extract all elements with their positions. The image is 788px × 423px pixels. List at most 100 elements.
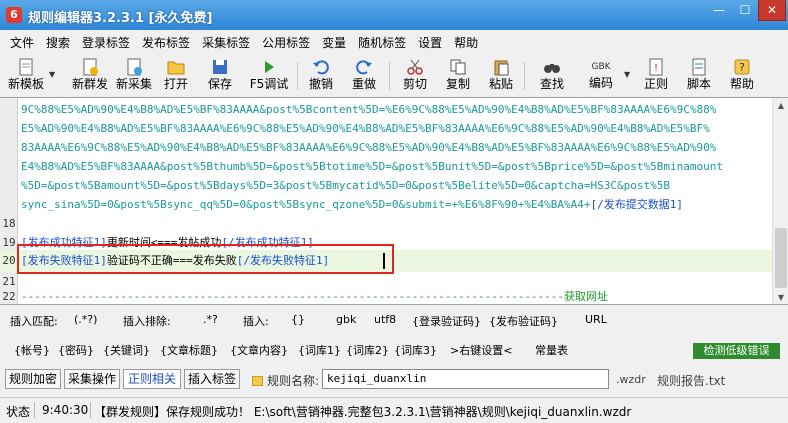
- tag-lib1-button[interactable]: {词库1}: [298, 342, 341, 358]
- redo-label: 重做: [351, 77, 376, 91]
- scissors-icon: [407, 59, 423, 75]
- paste-button[interactable]: 粘贴: [485, 56, 517, 96]
- insert-login-captcha-button[interactable]: {登录验证码}: [412, 313, 481, 329]
- tab-insert-tags[interactable]: 插入标签: [184, 369, 240, 389]
- save-button[interactable]: 保存: [204, 56, 236, 96]
- rule-report-link[interactable]: 规则报告.txt: [657, 372, 725, 389]
- save-icon: [213, 60, 227, 74]
- copy-button[interactable]: 复制: [442, 56, 474, 96]
- code-line: sync_sina%5D=0&post%5Bsync_qq%5D=0&post%…: [0, 195, 772, 214]
- menu-common-tags[interactable]: 公用标签: [256, 32, 316, 54]
- insert-panel: 插入匹配: (.*?) 插入排除: .*? 插入: {} gbk utf8 {登…: [0, 309, 788, 333]
- encoding-dropdown-icon[interactable]: ▼: [624, 70, 630, 79]
- menu-help[interactable]: 帮助: [448, 32, 484, 54]
- script-button[interactable]: 脚本: [683, 56, 715, 96]
- tag-article-content-button[interactable]: {文章内容}: [230, 342, 288, 358]
- help-icon: ?: [734, 59, 750, 75]
- insert-url-button[interactable]: URL: [585, 313, 607, 326]
- tag-lib3-button[interactable]: {词库3}: [394, 342, 437, 358]
- undo-button[interactable]: 撤销: [305, 56, 337, 96]
- folder-open-icon: [167, 61, 185, 75]
- menu-publish-tags[interactable]: 发布标签: [136, 32, 196, 54]
- toolbar-separator: [297, 62, 298, 90]
- insert-label: 插入:: [243, 315, 269, 328]
- tag-account-button[interactable]: {帐号}: [14, 342, 50, 358]
- redo-button[interactable]: 重做: [348, 56, 380, 96]
- insert-match-button[interactable]: (.*?): [74, 313, 97, 326]
- encoding-button[interactable]: GBK 编码: [583, 56, 619, 96]
- new-publish-label: 新群发: [71, 77, 108, 91]
- insert-utf8-button[interactable]: utf8: [374, 313, 396, 326]
- common-table-button[interactable]: 常量表: [535, 342, 568, 358]
- new-template-button[interactable]: 新模板: [6, 56, 46, 96]
- new-template-icon: [19, 58, 33, 76]
- copy-icon: [450, 59, 466, 75]
- tag-password-button[interactable]: {密码}: [58, 342, 94, 358]
- script-icon: [692, 58, 706, 76]
- minimize-button[interactable]: —: [706, 0, 732, 21]
- insert-exclude-label: 插入排除:: [123, 315, 171, 328]
- script-label: 脚本: [686, 77, 711, 91]
- scroll-thumb[interactable]: [775, 228, 787, 288]
- vertical-scrollbar[interactable]: ▲ ▼: [772, 98, 788, 304]
- status-separator: [90, 402, 91, 418]
- play-icon: [265, 61, 274, 73]
- debug-button[interactable]: F5调试: [247, 56, 291, 96]
- new-template-dropdown-icon[interactable]: ▼: [49, 70, 55, 79]
- find-button[interactable]: 查找: [536, 56, 568, 96]
- cut-button[interactable]: 剪切: [399, 56, 431, 96]
- menu-login-tags[interactable]: 登录标签: [76, 32, 136, 54]
- regex-button[interactable]: ! 正则: [640, 56, 672, 96]
- save-label: 保存: [207, 77, 232, 91]
- paste-icon: [494, 60, 509, 76]
- new-publish-button[interactable]: 新群发: [70, 56, 110, 96]
- tag-article-title-button[interactable]: {文章标题}: [160, 342, 218, 358]
- menu-random-tags[interactable]: 随机标签: [352, 32, 412, 54]
- rule-name-input[interactable]: kejiqi_duanxlin: [322, 369, 609, 389]
- status-label: 状态: [6, 405, 31, 419]
- code-text: 83AAAA%E6%9C%88%E5%AD%90%E4%B8%AD%E5%BF%…: [21, 141, 717, 154]
- tag-keyword-button[interactable]: {关键词}: [103, 342, 150, 358]
- text-caret: [383, 253, 385, 269]
- insert-exclude-button[interactable]: .*?: [203, 313, 218, 326]
- check-errors-button[interactable]: 检测低级错误: [693, 343, 780, 359]
- window-title: 规则编辑器3.2.3.1 [永久免费]: [28, 11, 213, 26]
- bottom-tabs-row: 规则加密 采集操作 正则相关 插入标签 规则名称: kejiqi_duanxli…: [0, 368, 788, 392]
- menu-file[interactable]: 文件: [4, 32, 40, 54]
- status-bar: 状态 9:40:30 【群发规则】保存规则成功！ E:\soft\营销神器.完整…: [0, 397, 788, 423]
- tab-regex[interactable]: 正则相关: [123, 369, 181, 389]
- scroll-up-icon[interactable]: ▲: [773, 98, 788, 114]
- help-button[interactable]: ? 帮助: [726, 56, 758, 96]
- menu-search[interactable]: 搜索: [40, 32, 76, 54]
- tab-collect-ops[interactable]: 采集操作: [64, 369, 120, 389]
- open-button[interactable]: 打开: [160, 56, 192, 96]
- code-text: E5%AD%90%E4%B8%AD%E5%BF%83AAAA%E6%9C%88%…: [21, 122, 710, 135]
- submit-close-tag: [/发布提交数据1]: [590, 198, 684, 211]
- copy-label: 复制: [445, 77, 470, 91]
- new-template-label: 新模板: [7, 77, 44, 91]
- line-number: 20: [2, 254, 16, 267]
- new-collect-button[interactable]: 新采集: [113, 56, 155, 96]
- code-line: E5%AD%90%E4%B8%AD%E5%BF%83AAAA%E6%9C%88%…: [0, 119, 772, 138]
- maximize-button[interactable]: ☐: [732, 0, 758, 21]
- toolbar-separator: [524, 62, 525, 90]
- menu-collect-tags[interactable]: 采集标签: [196, 32, 256, 54]
- section-label: 获取网址: [564, 290, 609, 303]
- code-text: %5D=&post%5Bamount%5D=&post%5Bdays%5D=3&…: [21, 179, 671, 192]
- code-editor[interactable]: 9C%88%E5%AD%90%E4%B8%AD%E5%BF%83AAAA&pos…: [0, 97, 788, 305]
- new-collect-label: 新采集: [115, 77, 152, 91]
- menu-settings[interactable]: 设置: [412, 32, 448, 54]
- tag-lib2-button[interactable]: {词库2}: [346, 342, 389, 358]
- encoding-badge: GBK: [591, 62, 611, 72]
- insert-publish-captcha-button[interactable]: {发布验证码}: [489, 313, 558, 329]
- insert-braces-button[interactable]: {}: [291, 313, 305, 326]
- menu-variables[interactable]: 变量: [316, 32, 352, 54]
- scroll-down-icon[interactable]: ▼: [773, 290, 788, 304]
- close-button[interactable]: ✕: [758, 0, 786, 21]
- status-time: 9:40:30: [42, 403, 89, 417]
- insert-gbk-button[interactable]: gbk: [336, 313, 356, 326]
- code-line-18: 18: [0, 214, 772, 233]
- keyword-settings-button[interactable]: >右键设置<: [450, 342, 512, 358]
- title-bar: 6 规则编辑器3.2.3.1 [永久免费] — ☐ ✕: [0, 0, 788, 30]
- tab-rule-encrypt[interactable]: 规则加密: [5, 369, 61, 389]
